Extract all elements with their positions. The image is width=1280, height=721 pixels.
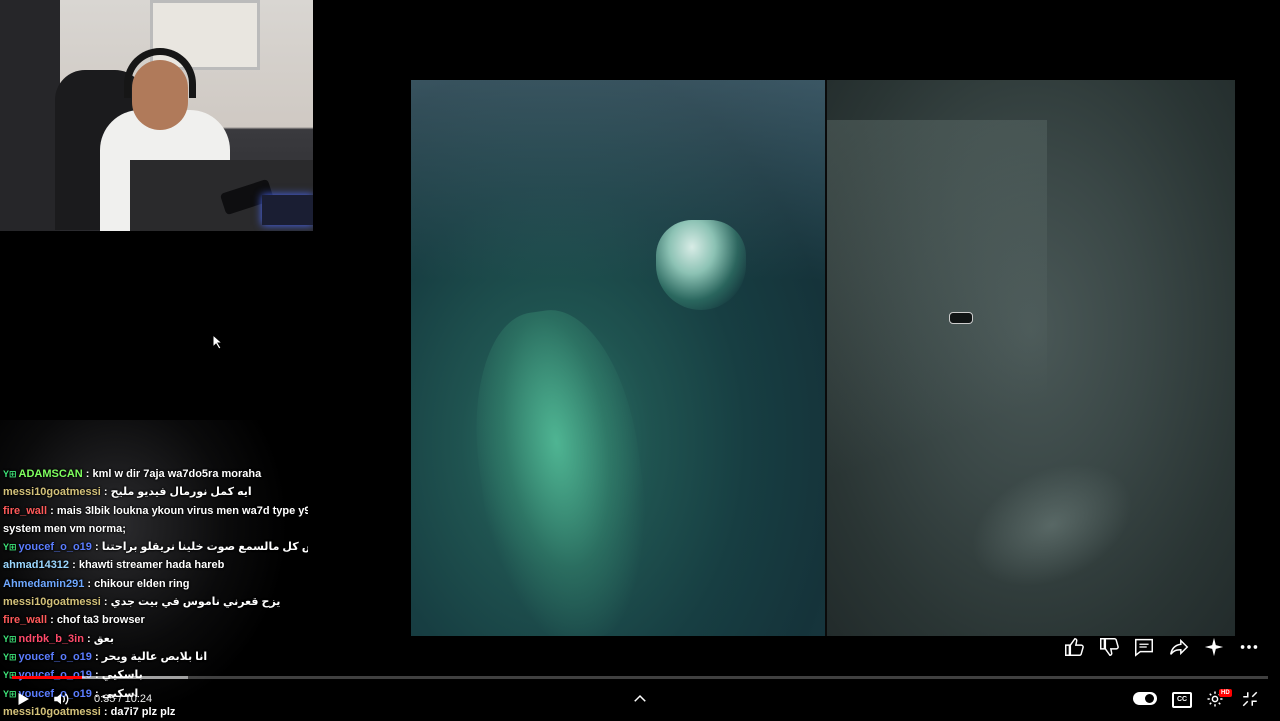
chat-message: fire_wall : mais 3lbik loukna ykoun viru… bbox=[3, 502, 308, 520]
exit-fullscreen-icon[interactable] bbox=[1241, 690, 1259, 708]
progress-played bbox=[12, 676, 83, 679]
chat-separator: : bbox=[91, 650, 102, 663]
mouse-cursor-icon bbox=[212, 334, 224, 350]
chat-message: Y⊞youcef_o_o19 : ة رالي بديت تتوسوس كل م… bbox=[3, 538, 308, 556]
volume-icon[interactable] bbox=[52, 690, 70, 708]
chat-text: انا بلابص عالية ويحر bbox=[101, 650, 208, 663]
acoustic-panel bbox=[0, 0, 60, 231]
chat-message: fire_wall : chof ta3 browser bbox=[3, 611, 308, 629]
share-icon[interactable] bbox=[1168, 636, 1190, 658]
chat-text: khawti streamer hada hareb bbox=[78, 559, 225, 572]
chat-username[interactable]: Ahmedamin291 bbox=[3, 578, 84, 590]
chat-text: mais 3lbik loukna ykoun virus men wa7d t… bbox=[56, 504, 308, 517]
keyboard bbox=[262, 195, 313, 225]
chat-separator: : bbox=[69, 559, 79, 572]
chevron-up-icon[interactable] bbox=[631, 690, 649, 708]
chat-username[interactable]: fire_wall bbox=[3, 505, 47, 517]
sky-reflection bbox=[411, 80, 825, 280]
more-horizontal-icon[interactable] bbox=[1238, 636, 1260, 658]
chat-separator: : bbox=[47, 614, 57, 627]
thumbs-up-icon[interactable] bbox=[1063, 636, 1085, 658]
chat-username[interactable]: youcef_o_o19 bbox=[19, 651, 92, 663]
chat-text: system men vm norma; bbox=[3, 522, 126, 535]
thumbs-down-icon[interactable] bbox=[1098, 636, 1120, 658]
chat-badge-icon: Y⊞ bbox=[3, 633, 17, 644]
chat-username[interactable]: messi10goatmessi bbox=[3, 596, 101, 608]
chat-separator: : bbox=[100, 596, 111, 609]
chat-badge-icon: Y⊞ bbox=[3, 651, 17, 662]
chat-text: kml w dir 7aja wa7do5ra moraha bbox=[92, 468, 262, 480]
chat-message: system men vm norma; bbox=[3, 520, 308, 538]
chat-username[interactable]: fire_wall bbox=[3, 614, 47, 626]
chat-message: Y⊞ youcef_o_o19 : اسكيي bbox=[3, 685, 308, 703]
chat-message: messi10goatmessi : ايه كمل نورمال فيديو … bbox=[3, 483, 308, 501]
toggle-knob bbox=[1145, 694, 1154, 703]
chat-badge-icon: Y⊞ bbox=[3, 542, 17, 553]
chat-text: da7i7 plz plz bbox=[110, 705, 176, 718]
chat-text: ة رالي بديت تتوسوس كل مالسمع صوت خلينا ن… bbox=[101, 541, 308, 554]
autoplay-toggle-icon[interactable] bbox=[1133, 692, 1157, 705]
chat-username[interactable]: ahmad14312 bbox=[3, 559, 69, 571]
chat-text: يزح قعرني ناموس في بيت جدي bbox=[110, 596, 281, 609]
chat-message: ahmad14312 : khawti streamer hada hareb bbox=[3, 556, 308, 574]
chat-username[interactable]: ndrbk_b_3in bbox=[19, 633, 84, 645]
chat-separator: : bbox=[83, 632, 94, 645]
chat-message: Y⊞ ADAMSCAN : kml w dir 7aja wa7do5ra mor… bbox=[3, 465, 308, 483]
chat-message: Ahmedamin291 : chikour elden ring bbox=[3, 575, 308, 593]
chat-separator: : bbox=[82, 468, 93, 480]
chat-separator: : bbox=[100, 486, 111, 499]
chat-username[interactable]: youcef_o_o19 bbox=[19, 541, 92, 553]
video-frame[interactable] bbox=[411, 80, 1235, 636]
live-chat: Y⊞ ADAMSCAN : kml w dir 7aja wa7do5ra mor… bbox=[3, 465, 308, 721]
hd-badge: HD bbox=[1219, 689, 1232, 697]
video-panel-right bbox=[827, 80, 1235, 636]
comment-icon[interactable] bbox=[1133, 636, 1155, 658]
streamer-webcam bbox=[0, 0, 313, 231]
chat-text: chof ta3 browser bbox=[56, 614, 145, 627]
play-icon[interactable] bbox=[14, 690, 32, 708]
chat-badge-icon: Y⊞ bbox=[3, 469, 17, 479]
chat-separator: : bbox=[47, 504, 57, 517]
chat-separator: : bbox=[91, 541, 102, 554]
chat-text: بعق bbox=[93, 632, 114, 645]
sparkle-icon[interactable] bbox=[1203, 636, 1225, 658]
chat-message: Y⊞ ndrbk_b_3in : بعق bbox=[3, 630, 308, 648]
chat-separator: : bbox=[84, 577, 95, 590]
chat-message: messi10goatmessi : يزح قعرني ناموس في بي… bbox=[3, 593, 308, 611]
giant-hand bbox=[656, 220, 746, 310]
chat-text: chikour elden ring bbox=[94, 577, 190, 590]
chat-message: messi10goatmessi : da7i7 plz plz bbox=[3, 703, 308, 721]
chat-username[interactable]: messi10goatmessi bbox=[3, 486, 101, 498]
chat-username[interactable]: ADAMSCAN bbox=[19, 468, 83, 480]
time-display: 0:35 / 10:24 bbox=[94, 693, 153, 705]
video-panel-left bbox=[411, 80, 825, 636]
chat-separator: : bbox=[100, 705, 111, 718]
progress-bar[interactable] bbox=[12, 676, 1268, 679]
video-actions bbox=[1063, 636, 1260, 658]
chat-text: ايه كمل نورمال فيديو مليح bbox=[110, 486, 252, 499]
small-boat bbox=[949, 312, 973, 324]
chat-message: Y⊞ youcef_o_o19 : انا بلابص عالية ويحر bbox=[3, 648, 308, 666]
captions-icon[interactable]: CC bbox=[1172, 692, 1192, 708]
underwater-creature bbox=[458, 300, 664, 636]
